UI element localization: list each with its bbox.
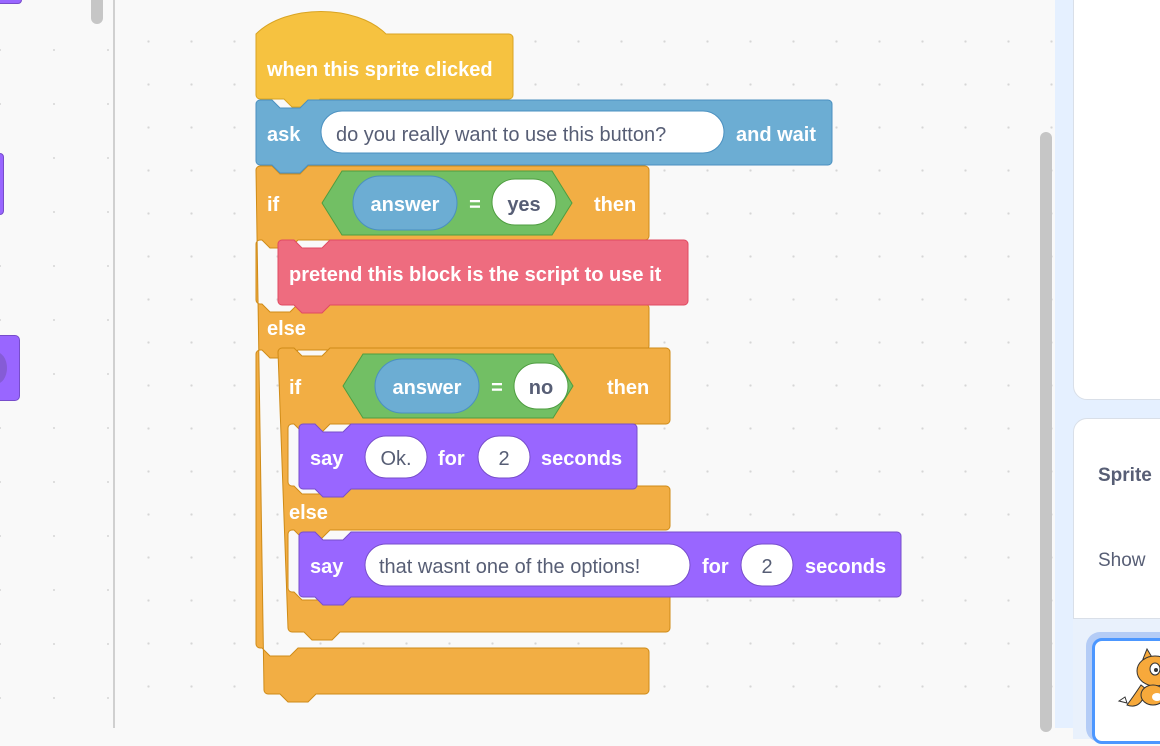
then-label-inner: then [607, 377, 649, 399]
say-seconds-text-2: 2 [761, 556, 772, 578]
if-label: if [267, 194, 280, 216]
ask-suffix-label: and wait [736, 124, 816, 146]
equals-symbol: = [469, 194, 481, 216]
equals-value-text-inner: no [529, 377, 553, 399]
seconds-label: seconds [541, 448, 622, 470]
if-label-inner: if [289, 377, 302, 399]
equals-symbol-inner: = [491, 377, 503, 399]
then-label: then [594, 194, 636, 216]
else-label: else [267, 318, 306, 340]
equals-value-text: yes [507, 194, 540, 216]
ask-label: ask [267, 124, 301, 146]
answer-reporter-label: answer [371, 194, 440, 216]
ask-question-text: do you really want to use this button? [336, 124, 666, 146]
for-label: for [438, 448, 465, 470]
say-message-text: Ok. [380, 448, 411, 470]
hat-block-label: when this sprite clicked [266, 59, 493, 81]
seconds-label-2: seconds [805, 556, 886, 578]
say-seconds-text: 2 [498, 448, 509, 470]
say-label-2: say [310, 556, 344, 578]
else-label-inner: else [289, 502, 328, 524]
script-stack: when this sprite clicked ask do you real… [255, 11, 902, 703]
custom-block-label: pretend this block is the script to use … [289, 264, 662, 286]
answer-reporter-label-inner: answer [393, 377, 462, 399]
say-label: say [310, 448, 344, 470]
say-message-text-2: that wasnt one of the options! [379, 556, 640, 578]
for-label-2: for [702, 556, 729, 578]
